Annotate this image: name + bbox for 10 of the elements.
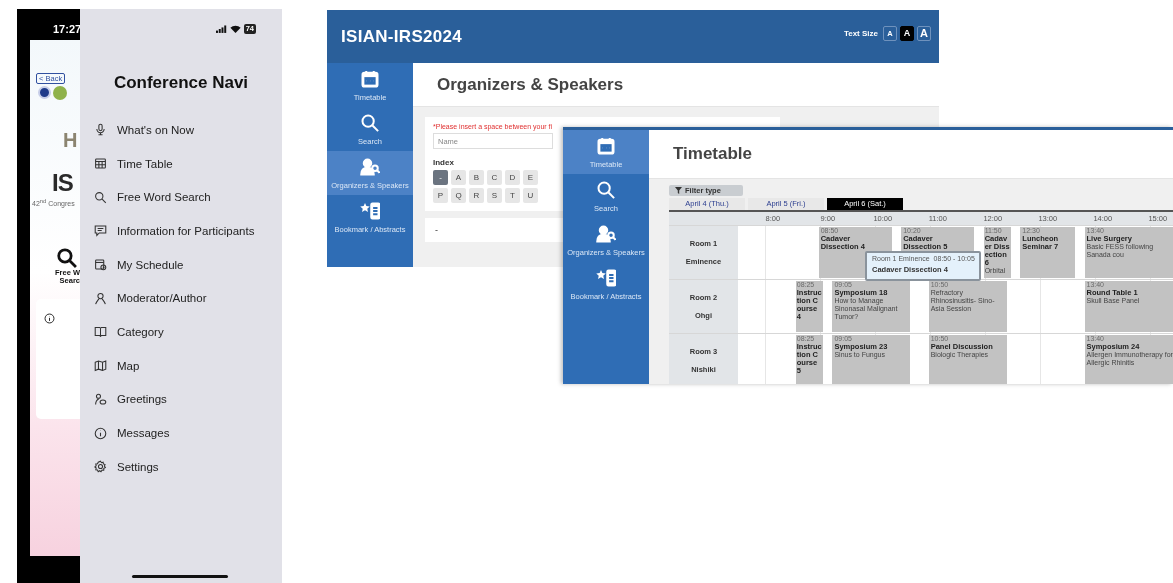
page-title: Timetable bbox=[673, 144, 753, 164]
index-label: Index bbox=[433, 158, 454, 167]
text-size-label: Text Size bbox=[843, 29, 878, 38]
heading-text: H bbox=[63, 128, 78, 152]
logo-text: IS bbox=[52, 170, 73, 196]
drawer-title: Conference Navi bbox=[112, 73, 250, 93]
result-text: - bbox=[435, 225, 438, 235]
status-time: 17:27 bbox=[53, 23, 80, 35]
page-title: Organizers & Speakers bbox=[437, 74, 624, 95]
app-title: ISIAN-IRS2024 bbox=[341, 26, 463, 47]
